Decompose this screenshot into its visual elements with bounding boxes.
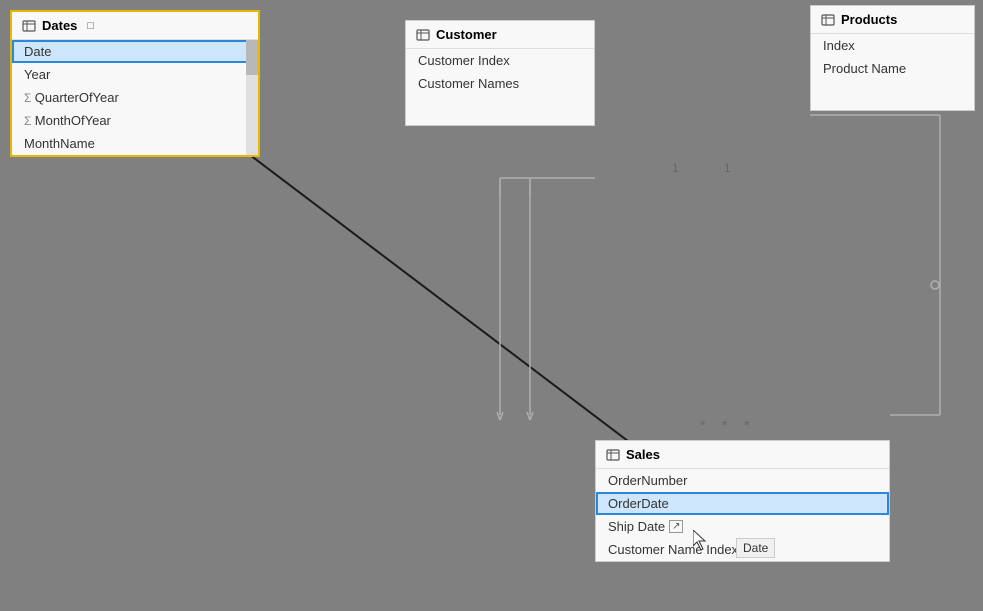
products-padding bbox=[811, 80, 974, 110]
customer-row-names-label: Customer Names bbox=[418, 76, 519, 91]
sales-table: Sales OrderNumber OrderDate Ship Date ↗ … bbox=[595, 440, 890, 562]
products-table-title: Products bbox=[841, 12, 897, 27]
sales-row-shipdate[interactable]: Ship Date ↗ bbox=[596, 515, 889, 538]
dates-scroll-thumb[interactable] bbox=[246, 40, 258, 75]
shipdate-link-icon: ↗ bbox=[669, 520, 683, 533]
products-table-icon bbox=[821, 13, 835, 27]
dates-row-date[interactable]: Date bbox=[12, 40, 258, 63]
customer-padding bbox=[406, 95, 594, 125]
dates-table: Dates □ Date Year QuarterOfYear MonthOfY… bbox=[10, 10, 260, 157]
sales-row-shipdate-label: Ship Date bbox=[608, 519, 665, 534]
customer-table-title: Customer bbox=[436, 27, 497, 42]
products-row-index-label: Index bbox=[823, 38, 855, 53]
dates-row-year-label: Year bbox=[24, 67, 50, 82]
svg-text:1: 1 bbox=[672, 161, 679, 175]
dates-row-monthname[interactable]: MonthName bbox=[12, 132, 258, 155]
sales-table-icon bbox=[606, 448, 620, 462]
customer-rows: Customer Index Customer Names bbox=[406, 49, 594, 125]
dates-scrollbar[interactable] bbox=[246, 40, 258, 155]
dates-row-quarterofyear[interactable]: QuarterOfYear bbox=[12, 86, 258, 109]
sales-table-header: Sales bbox=[596, 441, 889, 469]
sales-table-title: Sales bbox=[626, 447, 660, 462]
customer-table-header: Customer bbox=[406, 21, 594, 49]
customer-row-index-label: Customer Index bbox=[418, 53, 510, 68]
dates-table-icon bbox=[22, 19, 36, 33]
dates-row-monthofyear[interactable]: MonthOfYear bbox=[12, 109, 258, 132]
svg-text:*: * bbox=[700, 417, 706, 433]
customer-row-names[interactable]: Customer Names bbox=[406, 72, 594, 95]
dates-table-header: Dates □ bbox=[12, 12, 258, 40]
svg-text:*: * bbox=[744, 417, 750, 433]
sales-row-orderdate-label: OrderDate bbox=[608, 496, 669, 511]
dates-row-monthname-label: MonthName bbox=[24, 136, 95, 151]
sales-row-ordernumber-label: OrderNumber bbox=[608, 473, 687, 488]
sales-row-customer-name-index[interactable]: Customer Name Index bbox=[596, 538, 889, 561]
dates-row-date-label: Date bbox=[24, 44, 51, 59]
dates-table-title: Dates bbox=[42, 18, 77, 33]
products-table-header: Products bbox=[811, 6, 974, 34]
products-row-name-label: Product Name bbox=[823, 61, 906, 76]
customer-table: Customer Customer Index Customer Names bbox=[405, 20, 595, 126]
sales-rows: OrderNumber OrderDate Ship Date ↗ Custom… bbox=[596, 469, 889, 561]
customer-row-index[interactable]: Customer Index bbox=[406, 49, 594, 72]
dates-collapse-icon[interactable]: □ bbox=[87, 20, 94, 32]
products-table: Products Index Product Name bbox=[810, 5, 975, 111]
dates-row-year[interactable]: Year bbox=[12, 63, 258, 86]
dates-row-monthofyear-label: MonthOfYear bbox=[35, 113, 111, 128]
sales-row-ordernumber[interactable]: OrderNumber bbox=[596, 469, 889, 492]
products-rows: Index Product Name bbox=[811, 34, 974, 110]
customer-table-icon bbox=[416, 28, 430, 42]
dates-row-quarterofyear-label: QuarterOfYear bbox=[35, 90, 119, 105]
sales-row-customer-name-index-label: Customer Name Index bbox=[608, 542, 738, 557]
sales-row-orderdate[interactable]: OrderDate bbox=[596, 492, 889, 515]
svg-text:*: * bbox=[722, 417, 728, 433]
products-row-name[interactable]: Product Name bbox=[811, 57, 974, 80]
svg-text:1: 1 bbox=[724, 161, 731, 175]
products-row-index[interactable]: Index bbox=[811, 34, 974, 57]
